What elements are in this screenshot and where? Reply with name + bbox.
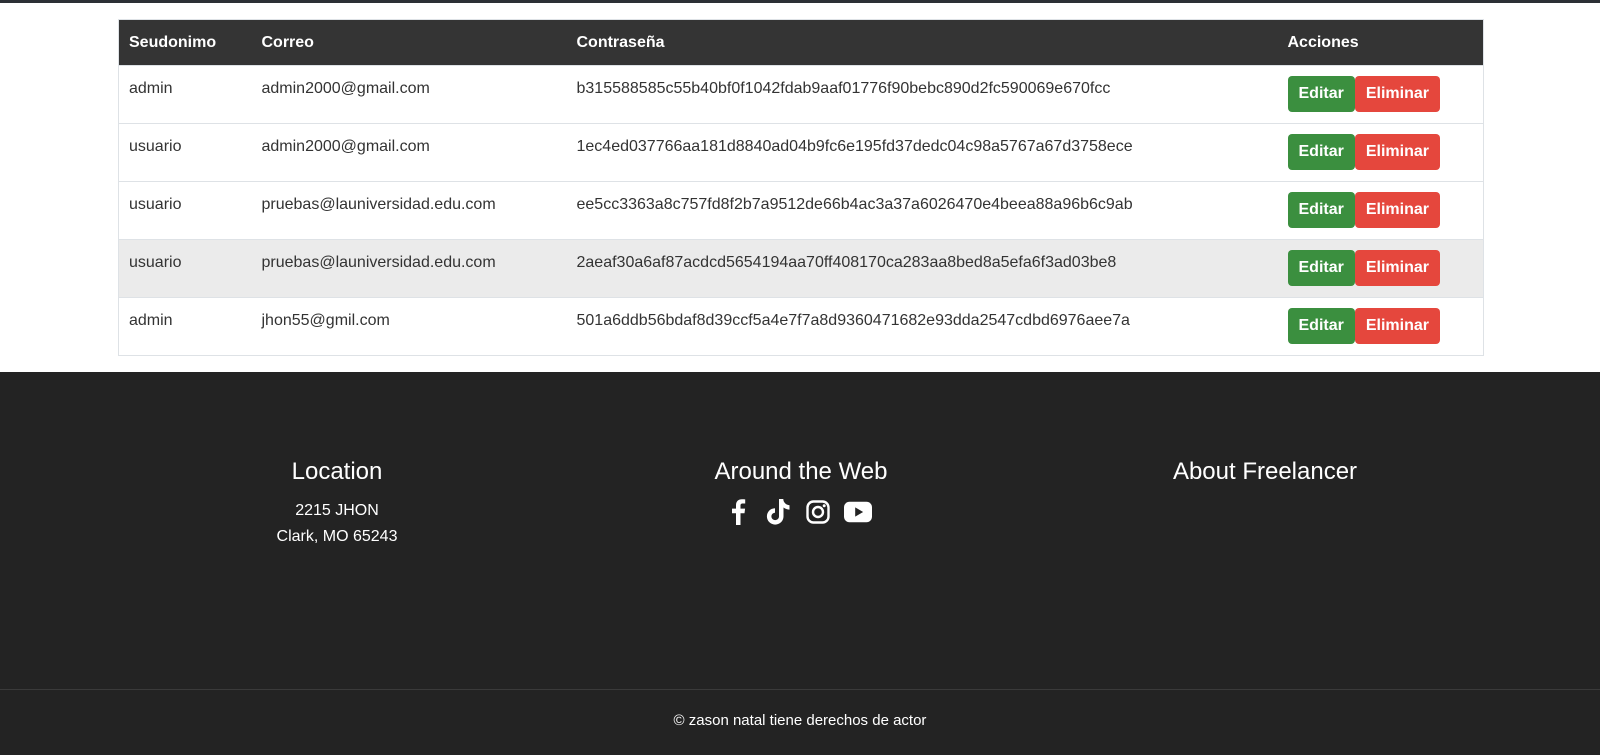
cell-seudonimo: admin [129, 80, 173, 97]
cell-contrasena: ee5cc3363a8c757fd8f2b7a9512de66b4ac3a37a… [576, 196, 1133, 213]
table-row: admin admin2000@gmail.com b315588585c55b… [118, 65, 1484, 124]
edit-button[interactable]: Editar [1287, 308, 1355, 344]
cell-contrasena: 1ec4ed037766aa181d8840ad04b9fc6e195fd37d… [576, 138, 1133, 155]
cell-acciones: Editar Eliminar [1278, 240, 1484, 298]
header-correo: Correo [261, 33, 314, 51]
delete-button[interactable]: Eliminar [1354, 308, 1440, 344]
table-row: usuario pruebas@launiversidad.edu.com ee… [118, 181, 1484, 240]
top-bar [0, 0, 1600, 3]
social-links [601, 498, 1001, 526]
cell-correo: jhon55@gmil.com [261, 312, 390, 329]
cell-acciones: Editar Eliminar [1278, 124, 1484, 182]
delete-button[interactable]: Eliminar [1354, 192, 1440, 228]
tiktok-icon[interactable] [764, 498, 792, 526]
copyright-bar: © zason natal tiene derechos de actor [0, 689, 1600, 755]
cell-acciones: Editar Eliminar [1278, 298, 1484, 356]
address-line-2: Clark, MO 65243 [276, 528, 398, 545]
footer-location: Location 2215 JHON Clark, MO 65243 [137, 458, 537, 550]
instagram-icon[interactable] [804, 498, 832, 526]
delete-button[interactable]: Eliminar [1354, 134, 1440, 170]
youtube-icon[interactable] [844, 498, 872, 526]
cell-contrasena: 2aeaf30a6af87acdcd5654194aa70ff408170ca2… [576, 254, 1117, 271]
address-line-1: 2215 JHON [295, 502, 379, 519]
edit-button[interactable]: Editar [1287, 76, 1355, 112]
header-acciones: Acciones [1287, 33, 1359, 51]
edit-button[interactable]: Editar [1287, 250, 1355, 286]
cell-contrasena: b315588585c55b40bf0f1042fdab9aaf01776f90… [576, 80, 1111, 97]
footer-about: About Freelancer [1065, 458, 1465, 498]
cell-correo: pruebas@launiversidad.edu.com [261, 196, 496, 213]
facebook-icon[interactable] [724, 498, 752, 526]
table-row: admin jhon55@gmil.com 501a6ddb56bdaf8d39… [118, 297, 1484, 356]
table-header-row: Seudonimo Correo Contraseña Acciones [118, 19, 1484, 66]
around-web-title: Around the Web [714, 458, 888, 485]
cell-seudonimo: admin [129, 312, 173, 329]
location-title: Location [291, 458, 383, 485]
edit-button[interactable]: Editar [1287, 134, 1355, 170]
delete-button[interactable]: Eliminar [1354, 250, 1440, 286]
header-seudonimo: Seudonimo [129, 33, 217, 51]
edit-button[interactable]: Editar [1287, 192, 1355, 228]
cell-seudonimo: usuario [129, 138, 182, 155]
cell-seudonimo: usuario [129, 254, 182, 271]
copyright-text: © zason natal tiene derechos de actor [673, 712, 927, 729]
table-row: usuario admin2000@gmail.com 1ec4ed037766… [118, 123, 1484, 182]
cell-contrasena: 501a6ddb56bdaf8d39ccf5a4e7f7a8d936047168… [576, 312, 1130, 329]
header-contrasena: Contraseña [576, 33, 665, 51]
cell-seudonimo: usuario [129, 196, 182, 213]
delete-button[interactable]: Eliminar [1354, 76, 1440, 112]
cell-correo: admin2000@gmail.com [261, 80, 430, 97]
table-row-hovered: usuario pruebas@launiversidad.edu.com 2a… [118, 239, 1484, 298]
about-title: About Freelancer [1172, 458, 1358, 485]
cell-correo: pruebas@launiversidad.edu.com [261, 254, 496, 271]
users-table: Seudonimo Correo Contraseña Acciones adm… [118, 19, 1484, 356]
cell-acciones: Editar Eliminar [1278, 182, 1484, 240]
cell-correo: admin2000@gmail.com [261, 138, 430, 155]
cell-acciones: Editar Eliminar [1278, 66, 1484, 124]
users-table-container: Seudonimo Correo Contraseña Acciones adm… [118, 19, 1484, 356]
site-footer: Location 2215 JHON Clark, MO 65243 Aroun… [0, 372, 1600, 690]
footer-around-the-web: Around the Web [601, 458, 1001, 526]
